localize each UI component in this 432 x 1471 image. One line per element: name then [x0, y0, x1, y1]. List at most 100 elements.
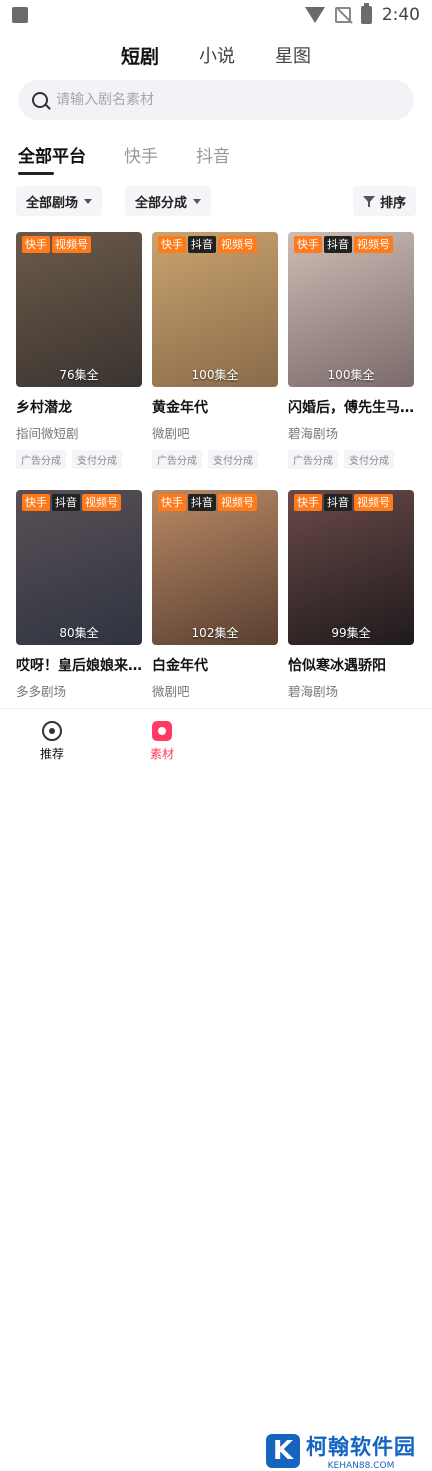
- badge-douyin: 抖音: [324, 236, 352, 253]
- episode-count: 100集全: [191, 368, 239, 382]
- badge-kuaishou: 快手: [22, 236, 50, 253]
- revenue-tag: 支付分成: [208, 450, 258, 469]
- tab-xingtu[interactable]: 星图: [273, 42, 313, 69]
- drama-card[interactable]: 快手 视频号 76集全乡村潜龙指间微短剧广告分成 支付分成: [16, 232, 142, 469]
- episode-count: 76集全: [59, 368, 99, 382]
- watermark-url: KEHAN88.COM: [327, 1461, 395, 1471]
- search-input[interactable]: [56, 92, 356, 108]
- tab-short-drama[interactable]: 短剧: [119, 42, 161, 69]
- nav-material[interactable]: 素材: [150, 721, 174, 762]
- revenue-tags: 广告分成 支付分成: [288, 450, 414, 469]
- revenue-tag: 支付分成: [72, 450, 122, 469]
- drama-source: 碧海剧场: [288, 426, 339, 441]
- badge-kuaishou: 快手: [294, 236, 322, 253]
- drama-title: 恰似寒冰遇骄阳: [288, 658, 386, 674]
- sort-label: 排序: [379, 195, 406, 211]
- badge-kuaishou: 快手: [294, 494, 322, 511]
- caret-down-icon: [84, 198, 93, 204]
- platform-badges: 快手 抖音 视频号: [158, 494, 257, 511]
- badge-douyin: 抖音: [52, 494, 80, 511]
- drama-source: 指间微短剧: [16, 426, 79, 441]
- drama-poster[interactable]: 快手 视频号 76集全: [16, 232, 142, 387]
- nav-recommend[interactable]: 推荐: [40, 721, 64, 762]
- status-time: 2:40: [381, 5, 420, 25]
- badge-shipinhao: 视频号: [218, 236, 257, 253]
- revenue-tags: 广告分成 支付分成: [16, 450, 142, 469]
- no-signal-icon: [334, 7, 351, 23]
- episode-count: 80集全: [59, 626, 99, 640]
- material-icon: [152, 721, 172, 741]
- drama-source: 多多剧场: [16, 684, 67, 699]
- top-tabs: 短剧 小说 星图: [0, 42, 432, 69]
- filter-icon: [362, 195, 375, 207]
- revenue-tag: 广告分成: [16, 450, 66, 469]
- drama-poster[interactable]: 快手 抖音 视频号 100集全: [152, 232, 278, 387]
- platform-badges: 快手 抖音 视频号: [294, 236, 393, 253]
- caret-down-icon: [193, 198, 202, 204]
- badge-shipinhao: 视频号: [52, 236, 91, 253]
- drama-card[interactable]: 快手 抖音 视频号 80集全哎呀！皇后娘娘来打工 多多剧场: [16, 490, 142, 700]
- revenue-tags: 广告分成 支付分成: [152, 450, 278, 469]
- badge-kuaishou: 快手: [22, 494, 50, 511]
- episode-count: 99集全: [331, 626, 371, 640]
- badge-shipinhao: 视频号: [354, 236, 393, 253]
- watermark-logo: K: [266, 1434, 300, 1468]
- revenue-tag: 广告分成: [288, 450, 338, 469]
- drama-card[interactable]: 快手抖音视频号 100集全闪婚后，傅先生马甲藏不住了碧海剧场广告分成支付分成: [288, 232, 414, 469]
- drama-title: 闪婚后，傅先生马甲藏不住了: [288, 400, 414, 416]
- drama-poster[interactable]: 快手 抖音 视频号 99集全: [288, 490, 414, 645]
- drama-source: 碧海剧场: [288, 684, 339, 699]
- watermark-name: 柯翰软件园: [306, 1435, 416, 1459]
- badge-douyin: 抖音: [188, 494, 216, 511]
- platform-badges: 快手 抖音 视频号: [158, 236, 257, 253]
- drama-poster[interactable]: 快手 抖音 视频号 100集全: [288, 232, 414, 387]
- drama-source: 微剧吧: [152, 684, 190, 699]
- episode-count: 102集全: [191, 626, 239, 640]
- split-filter-dropdown[interactable]: 全部分成: [125, 186, 212, 216]
- tab-novel[interactable]: 小说: [197, 42, 237, 69]
- theater-filter-label: 全部剧场: [26, 195, 79, 211]
- battery-icon: [360, 3, 372, 24]
- drama-title: 哎呀！皇后娘娘来打工: [16, 658, 142, 674]
- drama-card[interactable]: 快手 抖音 视频号 102集全白金年代微剧吧: [152, 490, 278, 700]
- theater-filter-dropdown[interactable]: 全部剧场: [16, 186, 103, 216]
- drama-source: 微剧吧: [152, 426, 190, 441]
- episode-count: 100集全: [327, 368, 375, 382]
- badge-shipinhao: 视频号: [354, 494, 393, 511]
- drama-poster[interactable]: 快手 抖音 视频号 80集全: [16, 490, 142, 645]
- badge-kuaishou: 快手: [158, 494, 186, 511]
- badge-kuaishou: 快手: [158, 236, 186, 253]
- notification-icon: [12, 7, 28, 23]
- search-icon: [32, 92, 48, 108]
- platform-badges: 快手 抖音 视频号: [22, 494, 121, 511]
- revenue-tag: 支付分成: [344, 450, 394, 469]
- filter-bar: 全部剧场 全部分成 排序: [16, 186, 416, 216]
- drama-title: 黄金年代: [152, 400, 208, 416]
- wifi-icon: [304, 7, 325, 23]
- platform-badges: 快手 视频号: [22, 236, 91, 253]
- search-bar[interactable]: [18, 80, 414, 120]
- split-filter-label: 全部分成: [135, 195, 188, 211]
- revenue-tag: 广告分成: [152, 450, 202, 469]
- drama-card[interactable]: 快手 抖音 视频号 99集全恰似寒冰遇骄阳 碧海剧场: [288, 490, 414, 700]
- status-bar: 2:40: [0, 0, 432, 30]
- tab-douyin[interactable]: 抖音: [196, 142, 230, 175]
- badge-shipinhao: 视频号: [218, 494, 257, 511]
- nav-recommend-label: 推荐: [40, 747, 65, 761]
- drama-card[interactable]: 快手 抖音 视频号 100集全黄金年代微剧吧广告分成 支付分成: [152, 232, 278, 469]
- platform-tabs: 全部平台 快手 抖音: [18, 142, 230, 175]
- tab-kuaishou[interactable]: 快手: [124, 142, 158, 175]
- tab-all-platforms[interactable]: 全部平台: [18, 142, 86, 175]
- sort-button[interactable]: 排序: [352, 186, 416, 216]
- watermark: K 柯翰软件园 KEHAN88.COM: [266, 1431, 416, 1471]
- drama-title: 乡村潜龙: [16, 400, 72, 416]
- badge-shipinhao: 视频号: [82, 494, 121, 511]
- platform-badges: 快手 抖音 视频号: [294, 494, 393, 511]
- bottom-nav: 推荐 素材 K 柯翰软件园 KEHAN88.COM: [0, 708, 432, 1471]
- badge-douyin: 抖音: [188, 236, 216, 253]
- badge-douyin: 抖音: [324, 494, 352, 511]
- nav-material-label: 素材: [150, 747, 175, 761]
- drama-poster[interactable]: 快手 抖音 视频号 102集全: [152, 490, 278, 645]
- drama-title: 白金年代: [152, 658, 208, 674]
- recommend-icon: [42, 721, 62, 741]
